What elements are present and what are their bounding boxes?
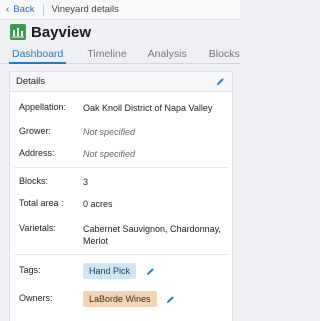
edit-owners-pencil-icon[interactable] xyxy=(166,295,175,304)
tags-label: Tags: xyxy=(19,265,41,275)
varietals-value: Cabernet Sauvignon, Chardonnay, Merlot xyxy=(83,224,221,246)
varietals-label: Varietals: xyxy=(19,223,56,233)
grower-value: Not specified xyxy=(83,127,136,137)
tab-timeline[interactable]: Timeline xyxy=(87,46,126,60)
page-header: Bayview xyxy=(0,20,240,44)
edit-tags-pencil-icon[interactable] xyxy=(146,267,155,276)
tab-dashboard[interactable]: Dashboard xyxy=(8,46,67,64)
owners-value: LaBorde Wines xyxy=(83,291,233,307)
details-heading: Details xyxy=(16,76,46,87)
breadcrumb: Vineyard details xyxy=(51,4,119,15)
grower-label: Grower: xyxy=(19,126,52,136)
divider xyxy=(43,3,45,16)
total-area-label: Total area : xyxy=(19,198,64,208)
total-area-value: 0 acres xyxy=(83,199,113,209)
vineyard-icon xyxy=(10,24,26,40)
appellation-label: Appellation: xyxy=(19,102,67,112)
owners-label: Owners: xyxy=(19,293,53,303)
details-header: Details xyxy=(10,72,232,92)
details-card: Details Appellation: Oak Knoll District … xyxy=(9,71,233,321)
tab-analysis[interactable]: Analysis xyxy=(148,46,187,60)
address-value: Not specified xyxy=(83,149,136,159)
top-bar: ‹ Back Vineyard details xyxy=(0,0,240,20)
blocks-value: 3 xyxy=(83,177,89,187)
tab-blocks[interactable]: Blocks xyxy=(209,46,240,60)
section-divider xyxy=(14,167,229,168)
blocks-label: Blocks: xyxy=(19,176,49,186)
section-divider xyxy=(14,254,229,255)
tab-bar: Dashboard Timeline Analysis Blocks xyxy=(0,46,240,64)
chevron-left-icon: ‹ xyxy=(6,3,10,15)
page-title: Bayview xyxy=(31,23,92,41)
edit-details-pencil-icon[interactable] xyxy=(216,77,225,86)
address-label: Address: xyxy=(19,148,55,158)
owner-chip[interactable]: LaBorde Wines xyxy=(83,291,157,307)
tags-value: Hand Pick xyxy=(83,263,233,279)
tag-chip[interactable]: Hand Pick xyxy=(83,263,137,279)
back-label: Back xyxy=(13,4,35,15)
back-button[interactable]: ‹ Back xyxy=(6,4,34,15)
appellation-value: Oak Knoll District of Napa Valley xyxy=(83,103,213,113)
